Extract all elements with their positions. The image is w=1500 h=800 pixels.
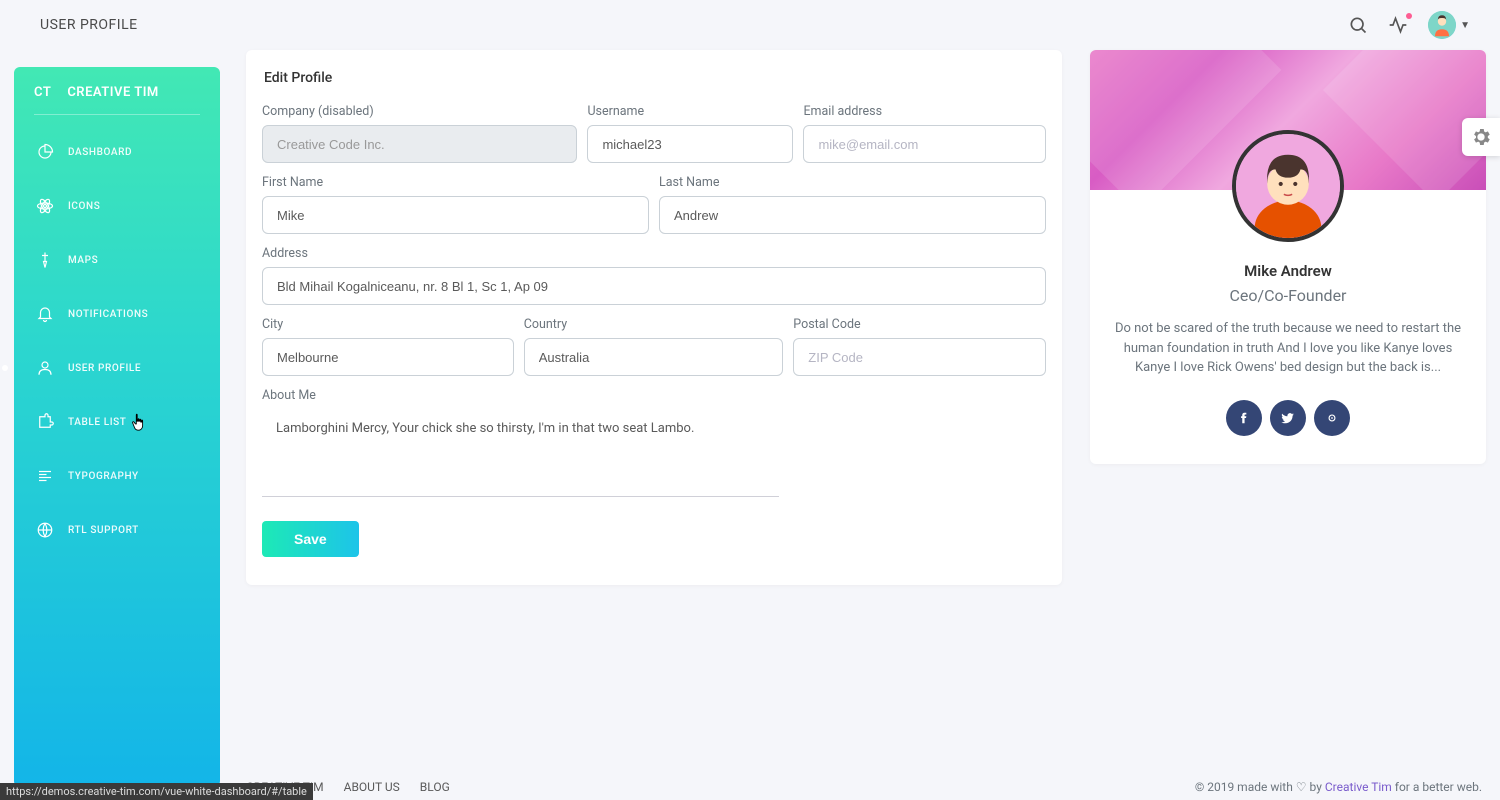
profile-card: Mike Andrew Ceo/Co-Founder Do not be sca… — [1090, 50, 1486, 464]
username-group: Username — [587, 104, 793, 163]
pie-chart-icon — [36, 143, 54, 161]
topbar-right: ▼ — [1348, 11, 1470, 39]
footer-link-blog[interactable]: BLOG — [420, 780, 450, 794]
user-menu[interactable]: ▼ — [1428, 11, 1470, 39]
firstname-label: First Name — [262, 175, 649, 190]
city-input[interactable] — [262, 338, 514, 376]
sidebar-item-notifications[interactable]: NOTIFICATIONS — [14, 287, 220, 341]
sidebar-item-table-list[interactable]: TABLE LIST — [14, 395, 220, 449]
sidebar: CT CREATIVE TIM DASHBOARD ICONS MAPS NOT… — [14, 67, 220, 787]
sidebar-item-label: DASHBOARD — [68, 147, 132, 158]
user-icon — [36, 359, 54, 377]
notification-dot — [1406, 13, 1412, 19]
sidebar-item-label: TABLE LIST — [68, 417, 127, 428]
browser-status-bar: https://demos.creative-tim.com/vue-white… — [0, 783, 313, 800]
company-group: Company (disabled) — [262, 104, 577, 163]
save-button[interactable]: Save — [262, 521, 359, 557]
address-group: Address — [262, 246, 1046, 305]
topbar: USER PROFILE ▼ — [0, 0, 1500, 50]
page-title: USER PROFILE — [40, 17, 138, 33]
postal-input[interactable] — [793, 338, 1046, 376]
profile-role: Ceo/Co-Founder — [1110, 286, 1466, 305]
about-group: About Me Lamborghini Mercy, Your chick s… — [262, 388, 1046, 497]
about-label: About Me — [262, 388, 1046, 403]
footer-copyright: © 2019 made with ♡ by Creative Tim for a… — [1195, 780, 1482, 794]
sidebar-item-dashboard[interactable]: DASHBOARD — [14, 125, 220, 179]
sidebar-item-rtl-support[interactable]: RTL SUPPORT — [14, 503, 220, 557]
sidebar-item-icons[interactable]: ICONS — [14, 179, 220, 233]
city-group: City — [262, 317, 514, 376]
main-content: Edit Profile Company (disabled) Username… — [246, 50, 1500, 585]
activity-icon[interactable] — [1388, 15, 1408, 35]
sidebar-item-label: ICONS — [68, 201, 100, 212]
sidebar-item-label: USER PROFILE — [68, 363, 141, 374]
sidebar-item-label: NOTIFICATIONS — [68, 309, 148, 320]
atom-icon — [36, 197, 54, 215]
profile-avatar-wrap — [1090, 130, 1486, 242]
sidebar-item-label: MAPS — [68, 255, 98, 266]
email-label: Email address — [803, 104, 1046, 119]
about-textarea[interactable]: Lamborghini Mercy, Your chick she so thi… — [262, 409, 779, 497]
email-input[interactable] — [803, 125, 1046, 163]
card-title: Edit Profile — [262, 70, 1046, 86]
profile-description: Do not be scared of the truth because we… — [1110, 319, 1466, 378]
footer: CREATIVE TIM ABOUT US BLOG © 2019 made w… — [246, 780, 1482, 794]
city-label: City — [262, 317, 514, 332]
profile-name: Mike Andrew — [1110, 262, 1466, 280]
sidebar-item-label: RTL SUPPORT — [68, 525, 139, 536]
google-button[interactable] — [1314, 400, 1350, 436]
social-row — [1110, 400, 1466, 436]
lastname-input[interactable] — [659, 196, 1046, 234]
twitter-button[interactable] — [1270, 400, 1306, 436]
username-label: Username — [587, 104, 793, 119]
lastname-label: Last Name — [659, 175, 1046, 190]
sidebar-item-maps[interactable]: MAPS — [14, 233, 220, 287]
pin-icon — [36, 251, 54, 269]
bell-icon — [36, 305, 54, 323]
address-input[interactable] — [262, 267, 1046, 305]
align-left-icon — [36, 467, 54, 485]
heart-icon: ♡ — [1296, 780, 1307, 794]
brand-full: CREATIVE TIM — [67, 85, 159, 100]
footer-link-about-us[interactable]: ABOUT US — [344, 780, 400, 794]
postal-group: Postal Code — [793, 317, 1046, 376]
brand-short: CT — [34, 85, 51, 100]
footer-creative-tim-link[interactable]: Creative Tim — [1325, 780, 1392, 794]
sidebar-item-typography[interactable]: TYPOGRAPHY — [14, 449, 220, 503]
lastname-group: Last Name — [659, 175, 1046, 234]
globe-icon — [36, 521, 54, 539]
username-input[interactable] — [587, 125, 793, 163]
search-icon[interactable] — [1348, 15, 1368, 35]
company-input — [262, 125, 577, 163]
profile-avatar[interactable] — [1232, 130, 1344, 242]
sidebar-brand[interactable]: CT CREATIVE TIM — [14, 67, 220, 114]
company-label: Company (disabled) — [262, 104, 577, 119]
sidebar-divider — [34, 114, 200, 115]
sidebar-item-user-profile[interactable]: USER PROFILE — [14, 341, 220, 395]
country-label: Country — [524, 317, 784, 332]
postal-label: Postal Code — [793, 317, 1046, 332]
edit-profile-card: Edit Profile Company (disabled) Username… — [246, 50, 1062, 585]
puzzle-icon — [36, 413, 54, 431]
address-label: Address — [262, 246, 1046, 261]
facebook-button[interactable] — [1226, 400, 1262, 436]
firstname-input[interactable] — [262, 196, 649, 234]
sidebar-item-label: TYPOGRAPHY — [68, 471, 139, 482]
email-group: Email address — [803, 104, 1046, 163]
firstname-group: First Name — [262, 175, 649, 234]
country-input[interactable] — [524, 338, 784, 376]
avatar-icon — [1428, 11, 1456, 39]
country-group: Country — [524, 317, 784, 376]
chevron-down-icon: ▼ — [1460, 20, 1470, 31]
